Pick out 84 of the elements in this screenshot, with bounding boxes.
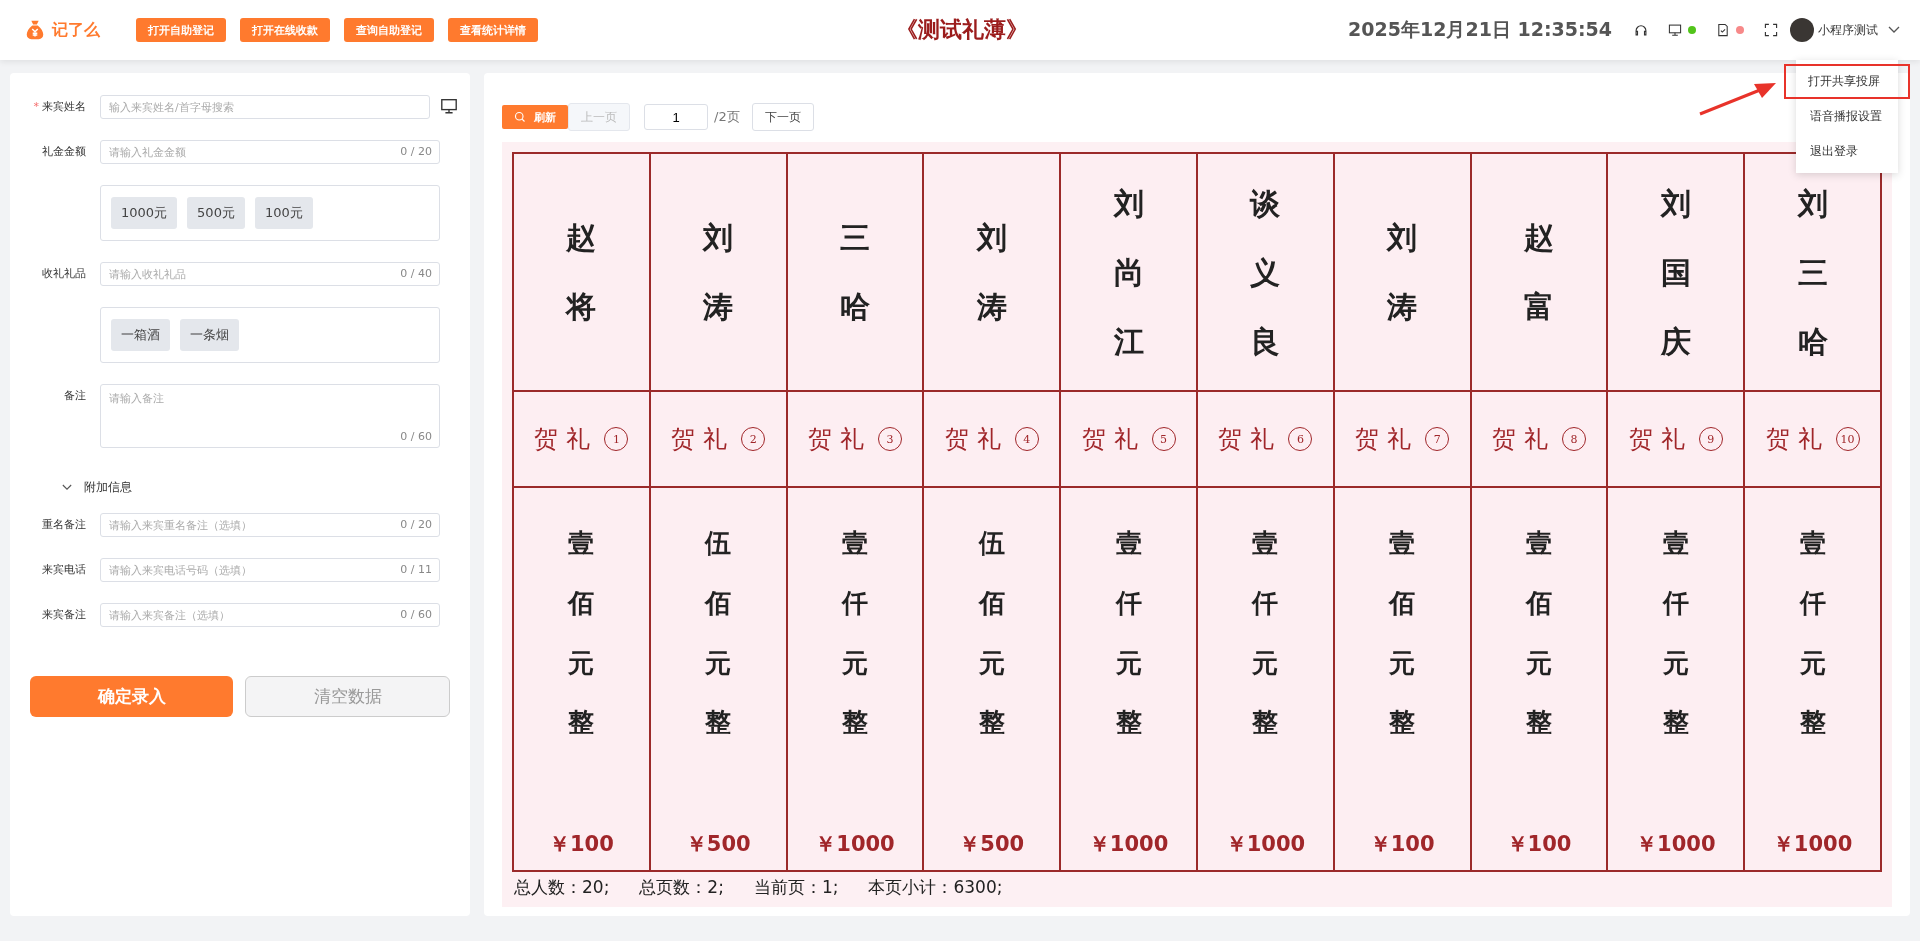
guest-name: 赵富	[1523, 219, 1554, 326]
headset-icon[interactable]	[1634, 23, 1648, 37]
page-number-field[interactable]: 1	[644, 104, 708, 130]
amount: ￥500	[685, 831, 751, 858]
amount: ￥1000	[1088, 831, 1169, 858]
amount-in-words: 壹仟元整	[1115, 527, 1142, 740]
character-counter: 0 / 20	[400, 145, 432, 158]
search-icon	[514, 111, 526, 123]
gift-label: 贺礼	[1628, 424, 1693, 455]
amount-in-words: 壹仟元整	[1662, 527, 1689, 740]
monitor-icon[interactable]	[440, 97, 458, 115]
character-counter: 0 / 20	[400, 518, 432, 531]
fullscreen-icon[interactable]	[1764, 23, 1778, 37]
summary-stat: 总页数：2;	[639, 876, 724, 899]
app-name: 记了么	[52, 19, 100, 41]
character-counter: 0 / 40	[400, 267, 432, 280]
date-time: 2025年12月21日 12:35:54	[1348, 17, 1612, 42]
quick-fill-chip[interactable]: 一条烟	[180, 319, 239, 351]
amount-in-words: 壹仟元整	[1799, 527, 1826, 740]
amount: ￥100	[1506, 831, 1572, 858]
gift-label: 贺礼	[1081, 424, 1146, 455]
field-label: 来宾姓名	[42, 100, 86, 113]
gift-label: 贺礼	[1765, 424, 1830, 455]
amount-in-words: 伍佰元整	[705, 527, 732, 740]
quick-fill-chip[interactable]: 500元	[187, 197, 245, 229]
document-check-icon[interactable]	[1716, 23, 1730, 37]
guest-name: 刘三哈	[1797, 184, 1828, 361]
section-toggle[interactable]: 附加信息	[62, 479, 132, 496]
next-page-button[interactable]: 下一页	[751, 103, 814, 131]
guest-name: 刘尚江	[1113, 184, 1144, 361]
user-name[interactable]: 小程序测试	[1818, 21, 1878, 39]
field-label: 来宾电话	[42, 563, 86, 576]
amount: ￥1000	[1636, 831, 1716, 858]
gift-label: 贺礼	[1218, 424, 1283, 455]
quick-fill-chip[interactable]: 100元	[254, 197, 313, 229]
quick-fill-chip[interactable]: 一箱酒	[111, 319, 170, 351]
guest-name: 三哈	[840, 219, 870, 326]
amount: ￥100	[1369, 831, 1435, 858]
guest-name: 刘涛	[703, 219, 734, 326]
guest-name: 刘国庆	[1660, 184, 1691, 361]
summary-stat: 本页小计：6300;	[868, 876, 1003, 899]
input-field[interactable]: 输入来宾姓名/首字母搜索	[100, 95, 430, 119]
amount-in-words: 壹仟元整	[1252, 527, 1279, 740]
guest-name: 赵将	[566, 219, 597, 326]
character-counter: 0 / 11	[400, 563, 432, 576]
menu-item[interactable]: 退出登录	[1796, 134, 1898, 169]
menu-item[interactable]: 语音播报设置	[1796, 99, 1898, 134]
amount-in-words: 伍佰元整	[978, 527, 1005, 740]
amount-in-words: 壹佰元整	[1525, 527, 1552, 740]
character-counter: 0 / 60	[400, 430, 432, 443]
amount: ￥500	[959, 831, 1025, 858]
guest-name: 刘涛	[976, 219, 1007, 326]
field-label: 重名备注	[42, 518, 86, 531]
monitor-icon[interactable]	[1668, 23, 1682, 37]
character-counter: 0 / 60	[400, 608, 432, 621]
gift-label: 贺礼	[534, 424, 599, 455]
field-label: 收礼礼品	[42, 267, 86, 280]
menu-item[interactable]: 打开共享投屏	[1784, 64, 1910, 99]
gift-label: 贺礼	[1355, 424, 1420, 455]
gift-label: 贺礼	[671, 424, 736, 455]
required-asterisk: *	[33, 100, 39, 113]
field-label: 礼金金额	[42, 145, 86, 158]
amount: ￥1000	[1225, 831, 1306, 858]
guest-name: 刘涛	[1387, 219, 1418, 326]
summary-stat: 当前页：1;	[753, 876, 839, 899]
amount: ￥100	[548, 831, 614, 858]
amount: ￥1000	[815, 831, 895, 858]
field-label: 来宾备注	[42, 608, 86, 621]
gift-label: 贺礼	[944, 424, 1009, 455]
page-total: /2页	[714, 108, 740, 126]
gift-label: 贺礼	[808, 424, 872, 455]
chevron-down-icon[interactable]	[1888, 26, 1900, 34]
quick-fill-chip[interactable]: 1000元	[111, 197, 178, 229]
money-bag-icon	[24, 19, 46, 41]
amount-in-words: 壹仟元整	[842, 527, 868, 740]
guest-name: 谈义良	[1250, 184, 1281, 361]
summary-stat: 总人数：20;	[514, 876, 610, 899]
amount-in-words: 壹佰元整	[1389, 527, 1416, 740]
amount: ￥1000	[1772, 831, 1853, 858]
amount-in-words: 壹佰元整	[568, 527, 595, 740]
gift-label: 贺礼	[1491, 424, 1556, 455]
avatar[interactable]	[1790, 18, 1814, 42]
ledger-title: 《测试礼薄》	[896, 15, 1028, 44]
field-label: 备注	[64, 389, 86, 402]
